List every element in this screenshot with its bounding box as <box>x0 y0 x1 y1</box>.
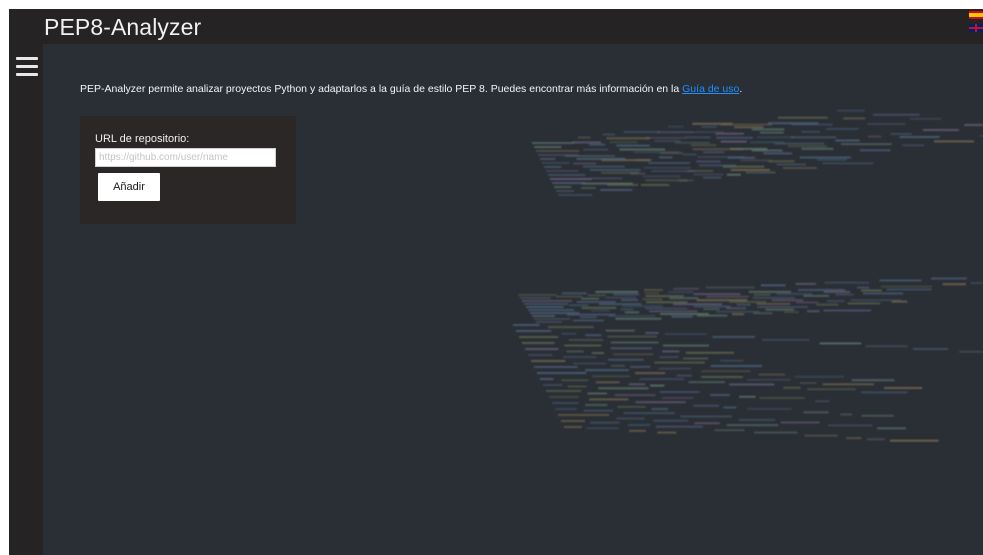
repository-form: URL de repositorio: Añadir <box>80 116 296 224</box>
header-bar: PEP8-Analyzer <box>9 9 983 44</box>
add-button[interactable]: Añadir <box>98 173 160 201</box>
usage-guide-link[interactable]: Guía de uso <box>682 83 739 95</box>
repository-url-input[interactable] <box>95 148 276 167</box>
main-content: PEP-Analyzer permite analizar proyectos … <box>43 44 983 555</box>
hamburger-menu-icon[interactable] <box>16 57 38 77</box>
page-margin <box>0 0 9 555</box>
menu-bar <box>16 73 38 76</box>
menu-bar <box>16 65 38 68</box>
intro-text: PEP-Analyzer permite analizar proyectos … <box>80 83 742 95</box>
language-switcher <box>969 11 983 37</box>
intro-description: PEP-Analyzer permite analizar proyectos … <box>80 83 683 95</box>
sidebar <box>9 9 43 555</box>
intro-suffix: . <box>739 83 743 95</box>
app-title: PEP8-Analyzer <box>44 14 202 40</box>
menu-bar <box>16 57 38 60</box>
es-flag-icon[interactable] <box>969 11 983 19</box>
uk-flag-icon[interactable] <box>969 24 983 32</box>
repository-url-label: URL de repositorio: <box>95 133 190 145</box>
